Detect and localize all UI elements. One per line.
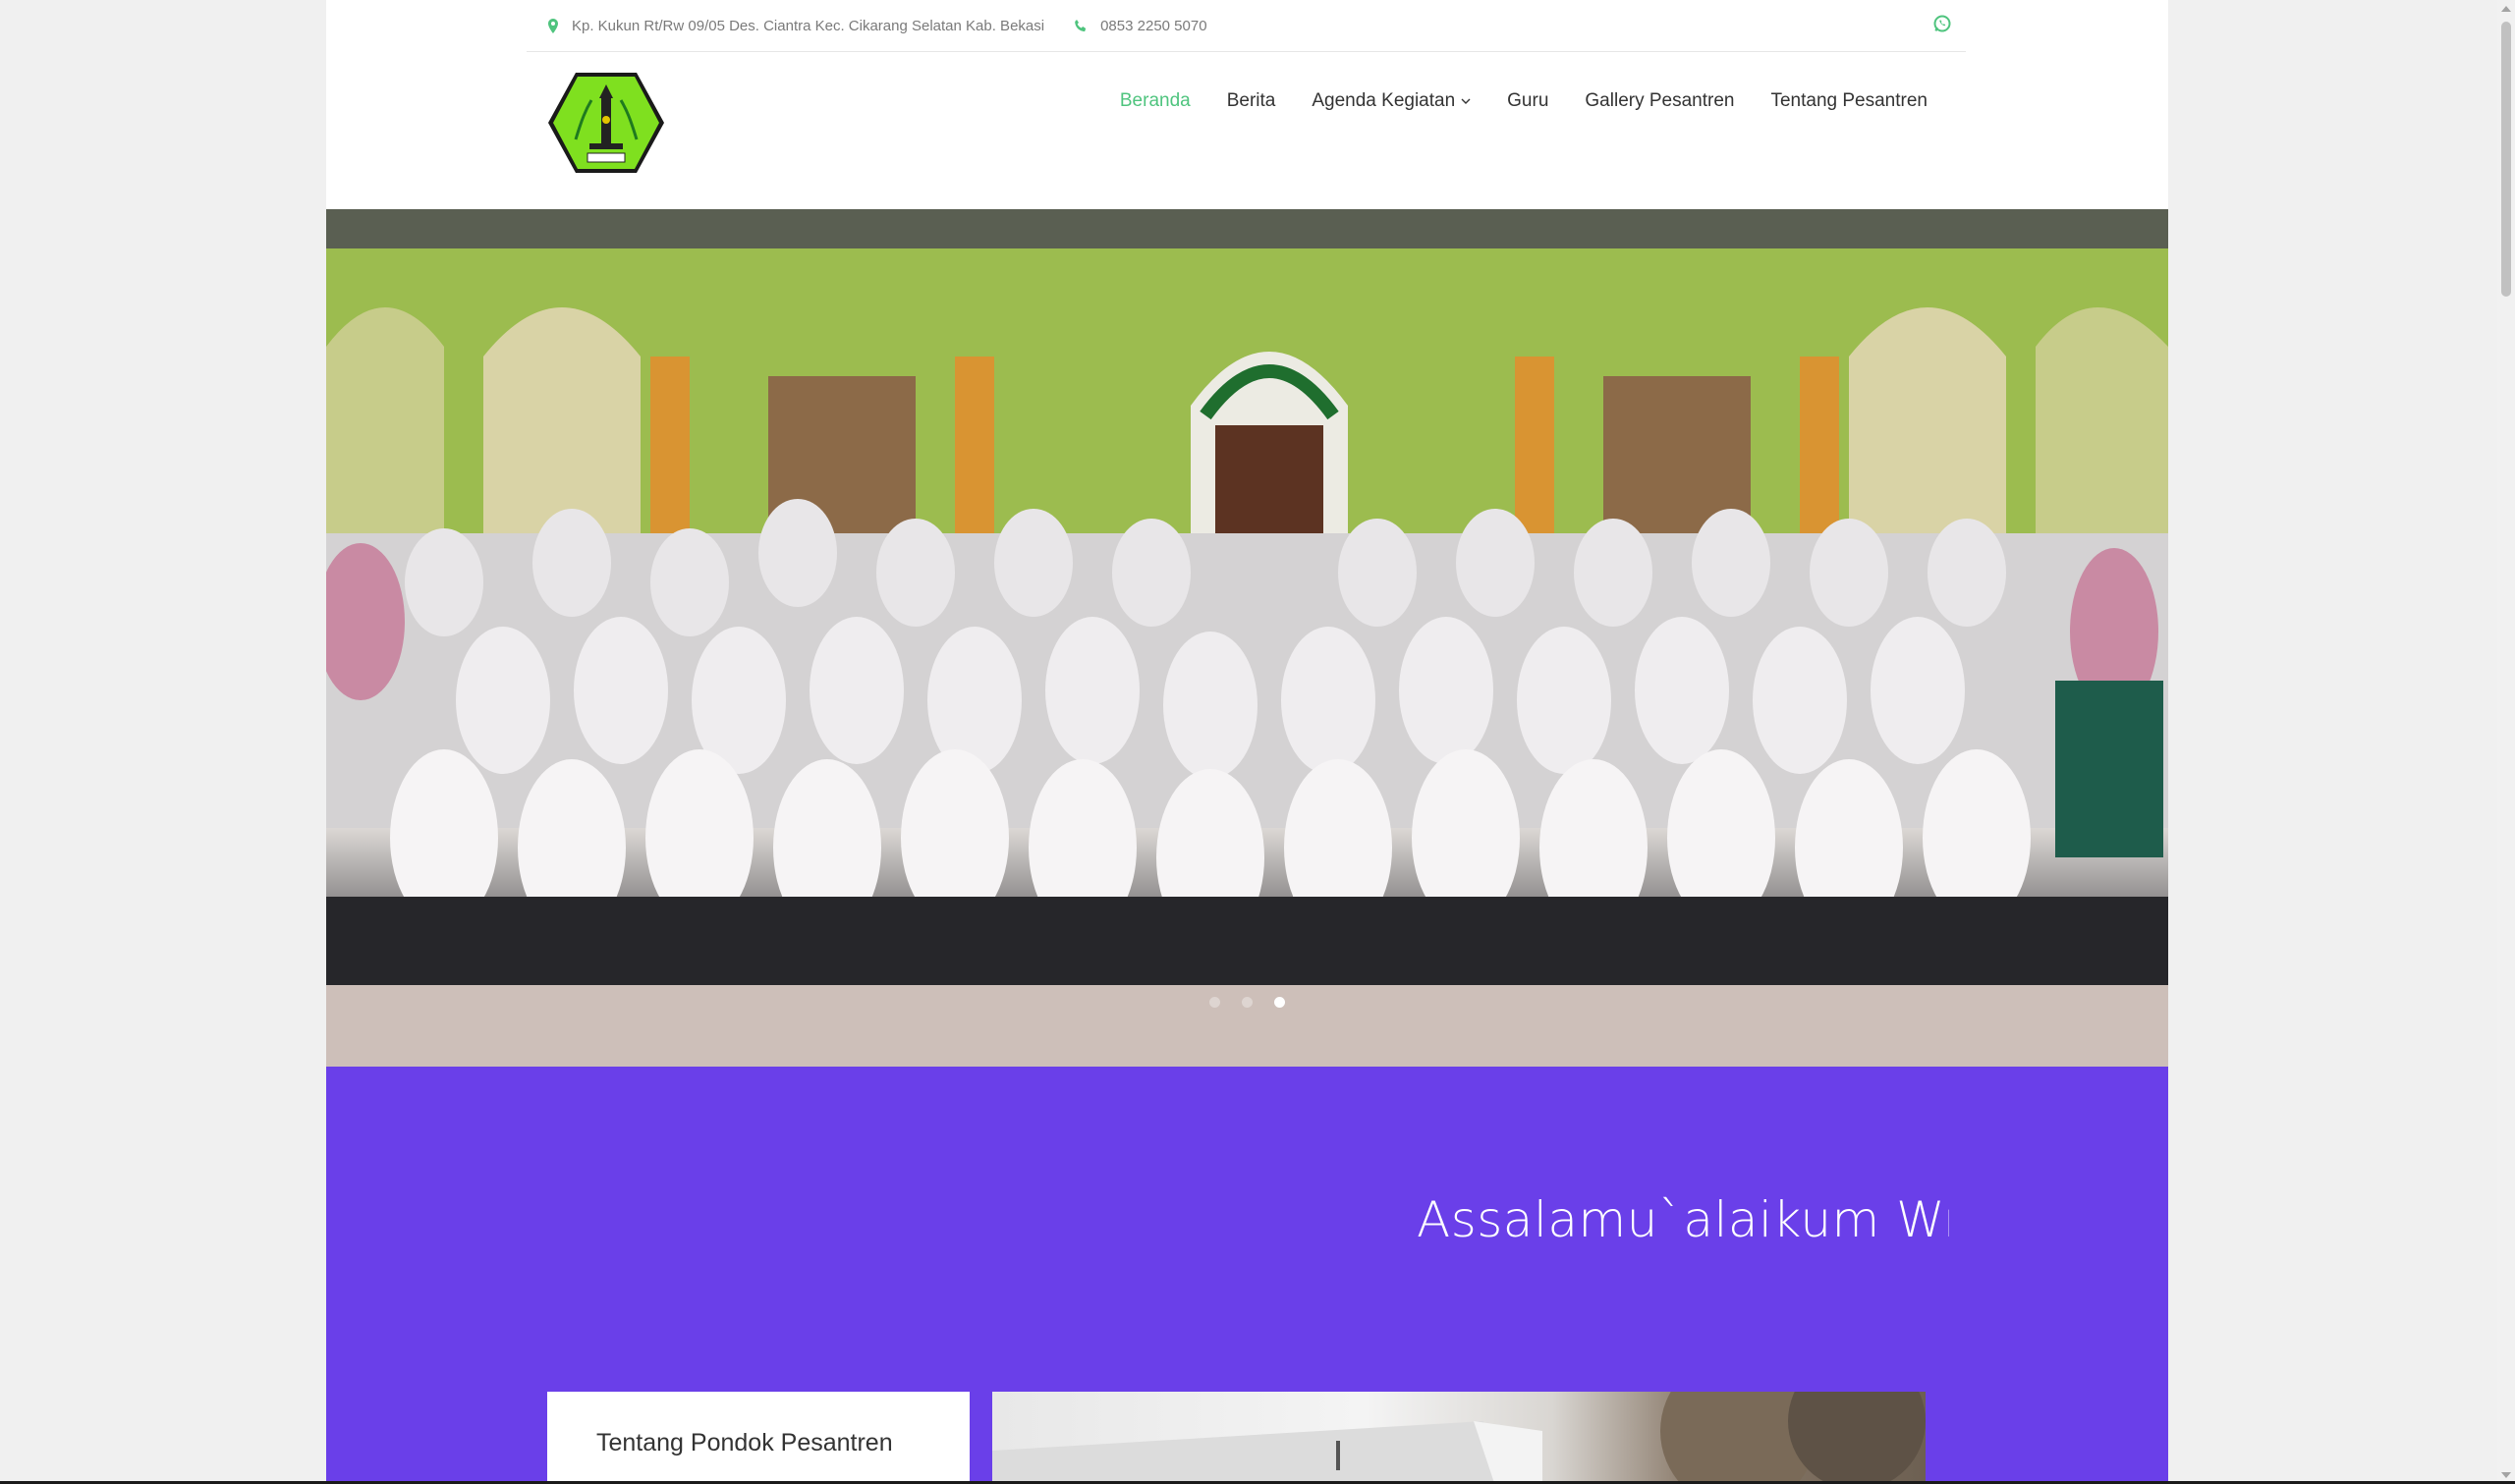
chevron-down-icon: [1461, 98, 1471, 104]
map-marker-icon: [548, 18, 558, 33]
slider-dot[interactable]: [1242, 997, 1253, 1008]
slider-dots: [326, 997, 2168, 1008]
page: Kp. Kukun Rt/Rw 09/05 Des. Ciantra Kec. …: [326, 0, 2168, 1484]
nav-item-guru[interactable]: Guru: [1507, 90, 1548, 112]
top-bar: Kp. Kukun Rt/Rw 09/05 Des. Ciantra Kec. …: [527, 0, 1966, 52]
hero-slider[interactable]: [326, 209, 2168, 1067]
nav-label: Berita: [1226, 90, 1276, 111]
welcome-section: Assalamu`alaikum Wr. W Tentang Pondok Pe…: [326, 1067, 2168, 1484]
about-card: Tentang Pondok Pesantren: [547, 1392, 970, 1484]
slider-dot[interactable]: [1209, 997, 1220, 1008]
about-photo: [992, 1392, 1926, 1484]
marquee-container: Assalamu`alaikum Wr. W: [326, 1067, 1949, 1263]
nav-item-berita[interactable]: Berita: [1227, 90, 1276, 112]
nav-label: Guru: [1507, 90, 1549, 111]
phone-icon: [1075, 19, 1087, 31]
whatsapp-link[interactable]: [1932, 14, 1952, 38]
building-image: [992, 1392, 1926, 1484]
logo-emblem: [548, 73, 664, 173]
scroll-up-arrow[interactable]: [2501, 6, 2511, 12]
scrollbar[interactable]: [2497, 0, 2515, 1484]
nav-item-tentang-pesantren[interactable]: Tentang Pesantren: [1770, 90, 1928, 112]
phone-text: 0853 2250 5070: [1100, 17, 1207, 34]
nav-label: Agenda Kegiatan: [1312, 90, 1456, 111]
phone-info: 0853 2250 5070: [1074, 17, 1207, 34]
main-nav: Beranda Berita Agenda Kegiatan Guru Gall…: [1084, 90, 1928, 112]
about-title: Tentang Pondok Pesantren: [596, 1429, 893, 1457]
welcome-marquee: Assalamu`alaikum Wr. W: [1417, 1191, 1949, 1248]
whatsapp-icon: [1933, 15, 1951, 32]
site-logo[interactable]: [546, 71, 666, 175]
nav-item-gallery-pesantren[interactable]: Gallery Pesantren: [1585, 90, 1734, 112]
slider-dot-active[interactable]: [1274, 997, 1285, 1008]
nav-label: Beranda: [1119, 90, 1191, 111]
nav-item-beranda[interactable]: Beranda: [1120, 90, 1191, 112]
nav-label: Gallery Pesantren: [1585, 90, 1735, 111]
hero-image: [326, 209, 2168, 1067]
address-text: Kp. Kukun Rt/Rw 09/05 Des. Ciantra Kec. …: [572, 17, 1045, 34]
nav-label: Tentang Pesantren: [1770, 90, 1928, 111]
nav-item-agenda-kegiatan[interactable]: Agenda Kegiatan: [1312, 90, 1471, 112]
scroll-down-arrow[interactable]: [2501, 1472, 2511, 1478]
address-info: Kp. Kukun Rt/Rw 09/05 Des. Ciantra Kec. …: [548, 18, 1044, 34]
scroll-thumb[interactable]: [2501, 22, 2511, 297]
